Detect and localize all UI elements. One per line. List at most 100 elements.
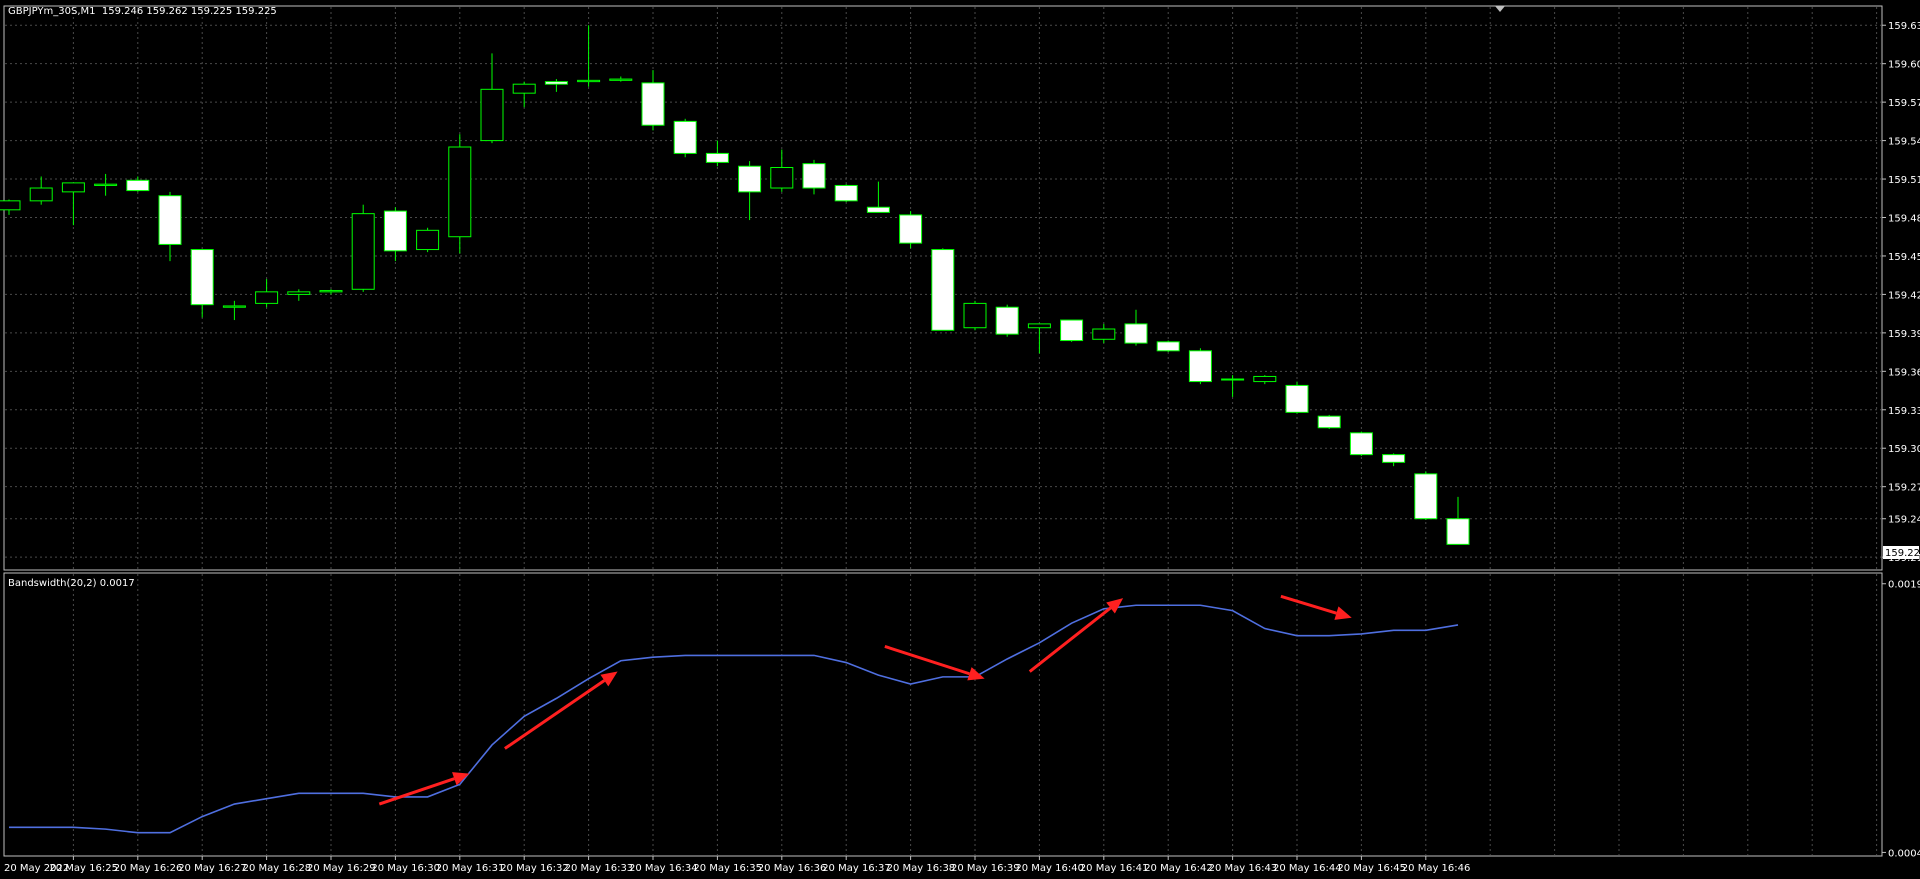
candle [416,227,440,253]
bull-candle-body [609,78,633,81]
time-tick-label: 20 May 16:37 [822,863,891,874]
bear-candle-body [802,163,826,189]
price-tick-label: 159.390 [1888,329,1920,340]
bull-candle-body [287,291,311,295]
chart-background [0,0,1920,879]
bear-candle-body [1156,341,1180,352]
candle [995,304,1019,337]
time-tick-label: 20 May 16:33 [565,863,634,874]
bull-candle-body [963,302,987,329]
bear-candle-body [126,179,150,192]
indicator-tick-label: 0.0019 [1888,580,1920,591]
bull-candle-body [61,182,85,193]
bull-candle-body [1221,378,1245,381]
chart-symbol-info: GBPJPYm_30S,M1 159.246 159.262 159.225 1… [8,6,277,17]
price-tick-label: 159.570 [1888,98,1920,109]
time-tick-label: 20 May 16:30 [371,863,440,874]
bear-candle-body [1349,432,1373,456]
time-tick-label: 20 May 16:29 [307,863,376,874]
bear-candle-body [190,249,214,306]
bull-candle-body [770,167,794,189]
indicator-label: Bandswidth(20,2) 0.0017 [8,578,135,589]
current-price-label: 159.225 [1885,548,1920,559]
time-tick-label: 20 May 16:40 [1015,863,1084,874]
candle [1285,381,1309,414]
candle [931,248,955,331]
price-tick-label: 159.245 [1888,515,1920,526]
bull-candle-body [29,187,53,202]
bull-candle-body [577,79,601,83]
chart-canvas[interactable]: 159.630 159.600 159.570 159.540 159.510 159.4… [0,0,1920,879]
price-tick-label: 159.480 [1888,214,1920,225]
candle [1188,348,1212,385]
candle [448,134,472,254]
time-tick-label: 20 May 16:39 [951,863,1020,874]
price-tick-label: 159.510 [1888,175,1920,186]
time-tick-label: 20 May 16:25 [49,863,118,874]
bear-candle-body [834,184,858,202]
price-tick-label: 159.600 [1888,60,1920,71]
price-tick-label: 159.420 [1888,290,1920,301]
bear-candle-body [1188,350,1212,383]
bull-candle-body [1027,323,1051,329]
time-tick-label: 20 May 16:28 [243,863,312,874]
bear-candle-body [544,81,568,85]
candle [1156,340,1180,353]
bull-candle-body [222,305,246,308]
candle [963,300,987,331]
bear-candle-body [931,249,955,331]
price-tick-label: 159.540 [1888,137,1920,148]
bull-candle-body [448,146,472,238]
bear-candle-body [1317,415,1341,429]
time-tick-label: 20 May 16:38 [887,863,956,874]
price-tick-label: 159.270 [1888,483,1920,494]
bull-candle-body [94,183,118,186]
bear-candle-body [1060,319,1084,342]
time-tick-label: 20 May 16:31 [436,863,505,874]
bear-candle-body [866,206,890,213]
candle [1414,471,1438,521]
bear-candle-body [158,195,182,245]
bull-candle-body [319,290,343,293]
time-tick-label: 20 May 16:35 [693,863,762,874]
bull-candle-body [1092,328,1116,340]
bull-candle-body [416,229,440,251]
bull-candle-body [1253,375,1277,383]
bear-candle-body [383,210,407,252]
time-tick-label: 20 May 16:32 [500,863,569,874]
time-tick-label: 20 May 16:41 [1080,863,1149,874]
price-tick-label: 159.300 [1888,444,1920,455]
bear-candle-body [1124,323,1148,344]
bull-candle-body [0,200,21,211]
time-tick-label: 20 May 16:42 [1144,863,1213,874]
bull-candle-body [351,213,375,290]
price-axis[interactable]: 159.630 159.600 159.570 159.540 159.510 159.4… [1882,21,1920,564]
bear-candle-body [705,152,729,163]
indicator-tick-label: 0.0004 [1888,848,1920,859]
bear-candle-body [995,306,1019,335]
candle [1060,319,1084,342]
price-tick-label: 159.630 [1888,21,1920,32]
price-tick-label: 159.360 [1888,367,1920,378]
bear-candle-body [738,165,762,193]
bull-candle-body [512,83,536,94]
candle [834,184,858,203]
bear-candle-body [899,214,923,244]
candle [673,118,697,158]
current-price-marker: 159.225 [1883,546,1920,559]
bear-candle-body [1382,454,1406,463]
bull-candle-body [480,88,504,142]
candle [351,204,375,292]
time-tick-label: 20 May 16:34 [629,863,698,874]
time-tick-label: 20 May 16:45 [1337,863,1406,874]
price-tick-label: 159.450 [1888,252,1920,263]
time-tick-label: 20 May 16:36 [758,863,827,874]
candle [1317,414,1341,429]
time-tick-label: 20 May 16:27 [178,863,247,874]
time-tick-label: 20 May 16:44 [1273,863,1342,874]
bull-candle-body [255,291,279,304]
bear-candle-body [641,82,665,126]
time-tick-label: 20 May 16:46 [1402,863,1471,874]
bear-candle-body [1285,384,1309,413]
bear-candle-body [1414,473,1438,520]
